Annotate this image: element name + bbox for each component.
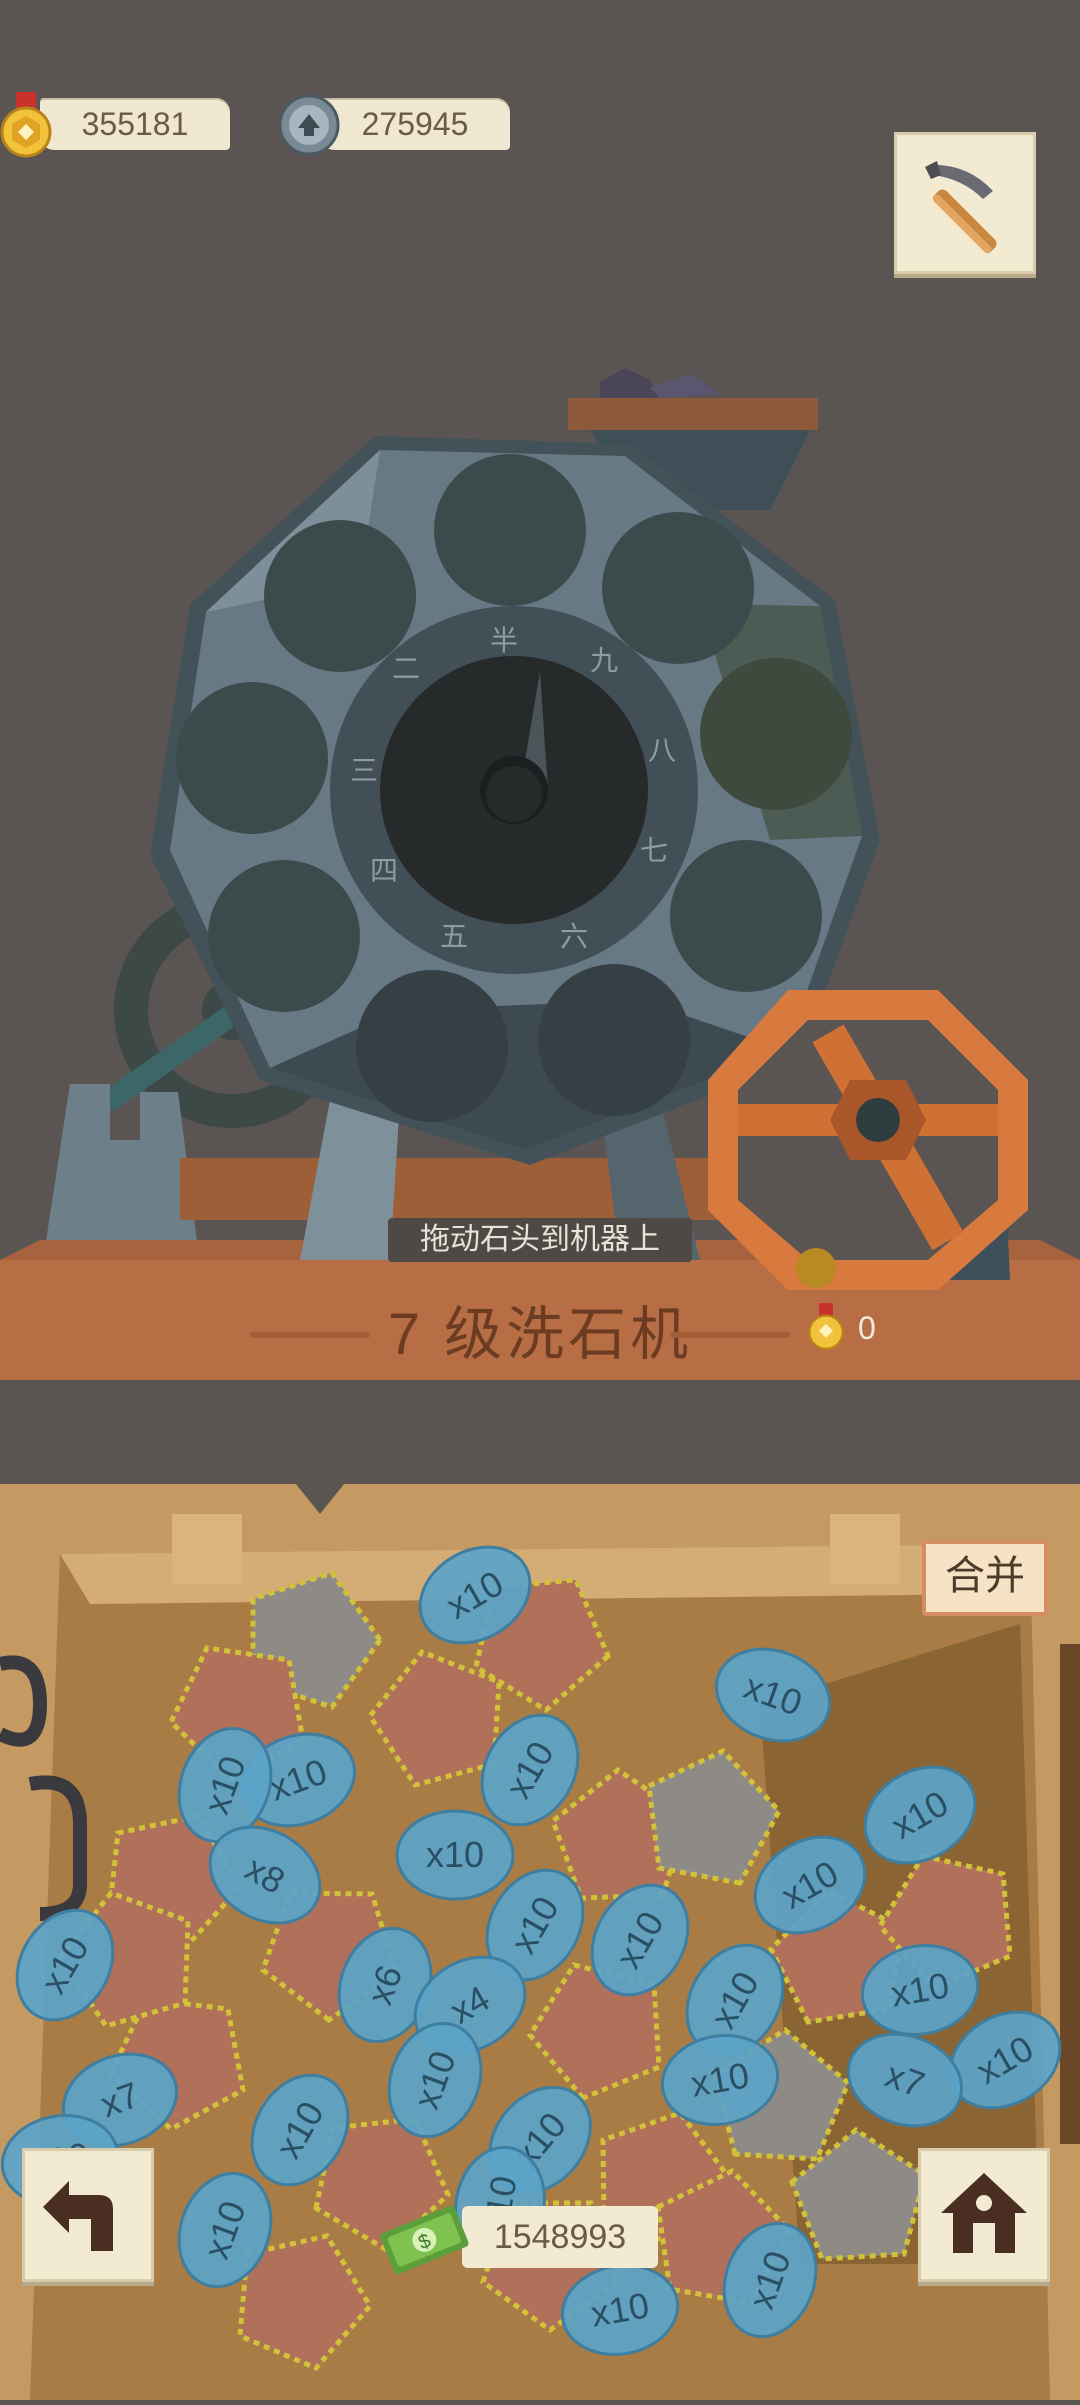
home-button[interactable] [918, 2148, 1050, 2282]
machine-title-text: 7 级洗石机 [387, 1302, 693, 1367]
svg-text:半: 半 [490, 625, 518, 656]
gear-count: 275945 [361, 106, 469, 142]
washed-stone[interactable]: x7 [835, 2019, 974, 2141]
drag-hint: 拖动石头到机器上 [388, 1218, 692, 1262]
washed-stone[interactable]: x10 [703, 1634, 842, 1756]
svg-text:三: 三 [350, 755, 378, 786]
svg-text:六: 六 [560, 921, 588, 952]
drag-hint-text: 拖动石头到机器上 [420, 1223, 660, 1256]
cash-icon: $ [376, 2204, 472, 2275]
medal-icon [0, 92, 52, 164]
reward-medal-icon [808, 1298, 844, 1358]
gear-counter: 275945 [320, 98, 510, 150]
home-icon [941, 2173, 1027, 2253]
washed-stone[interactable]: x10 [848, 1748, 992, 1882]
medal-counter: 355181 [40, 98, 230, 150]
pickaxe-icon [925, 161, 997, 254]
title-ribbon-right [670, 1332, 790, 1338]
title-ribbon-left [250, 1332, 370, 1338]
back-arrow-icon [43, 2181, 113, 2251]
cash-display: 1548993 [462, 2206, 658, 2268]
svg-text:八: 八 [648, 735, 676, 766]
cash-amount: 1548993 [493, 2218, 627, 2256]
ore-rock[interactable] [646, 1747, 783, 1886]
svg-text:九: 九 [590, 645, 618, 676]
gear-coin-icon [278, 94, 340, 156]
svg-text:五: 五 [440, 921, 468, 952]
pickaxe-tool-button[interactable] [894, 132, 1036, 274]
merge-button[interactable]: 合并 [922, 1540, 1048, 1616]
svg-text:四: 四 [370, 855, 398, 886]
svg-text:二: 二 [392, 653, 420, 684]
washed-stone[interactable]: x10 [395, 1809, 515, 1901]
reward-count: 0 [858, 1310, 876, 1346]
svg-text:七: 七 [640, 835, 668, 866]
back-button[interactable] [22, 2148, 154, 2282]
stone-multiplier: x10 [426, 1834, 484, 1875]
medal-count: 355181 [81, 106, 189, 142]
merge-label: 合并 [945, 1554, 1025, 1598]
